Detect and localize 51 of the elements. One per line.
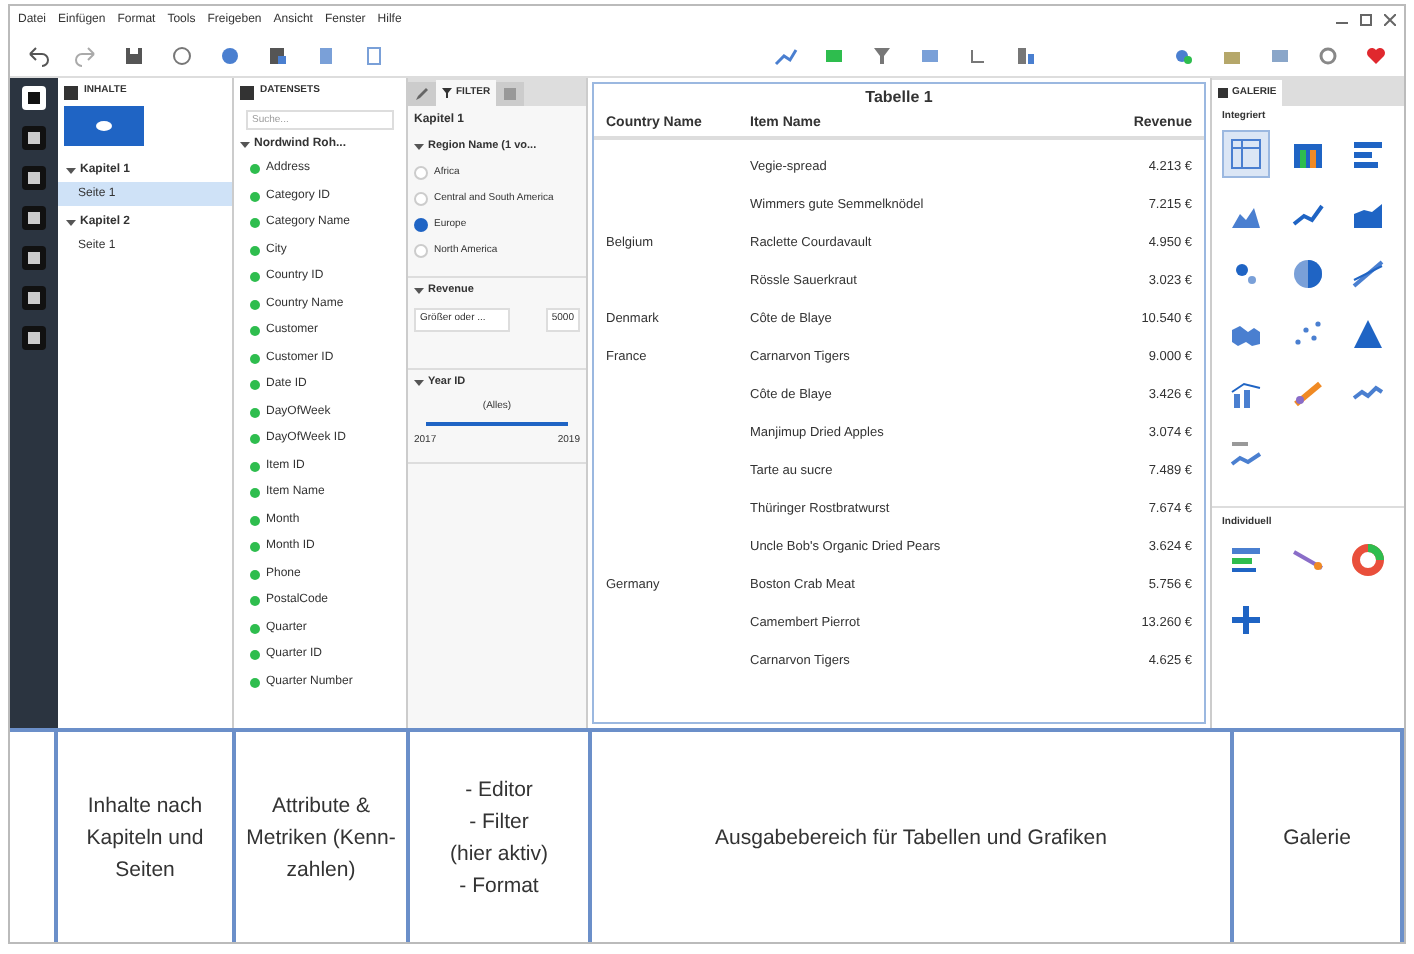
- attribute-icon: [250, 488, 260, 499]
- pencil-icon: [416, 88, 428, 100]
- donut-chart-icon[interactable]: [1348, 540, 1389, 580]
- annotation-label: Ausgabebereich für Tabellen und Grafiken: [715, 823, 1107, 853]
- editor-tab[interactable]: [408, 82, 436, 106]
- attribute-icon: [250, 245, 260, 256]
- attribute-icon: [250, 326, 260, 337]
- annotation-label: Galerie: [1283, 823, 1351, 853]
- annotation-label: Attribute & Metriken (Kenn-zahlen): [244, 791, 398, 885]
- radio-button[interactable]: [414, 218, 428, 232]
- page-icon[interactable]: [362, 43, 386, 67]
- table-title: Tabelle 1: [863, 86, 935, 110]
- attribute-icon: [250, 272, 260, 283]
- funnel-icon[interactable]: [870, 43, 894, 67]
- radio-button[interactable]: [414, 166, 428, 180]
- plus-icon[interactable]: [1226, 600, 1266, 640]
- attribute-icon: [250, 677, 260, 688]
- attribute-icon: [250, 218, 260, 229]
- undo-icon[interactable]: [26, 43, 50, 67]
- annotation-label: - Editor - Filter (hier aktiv) - Format: [449, 775, 548, 901]
- collapse-arrow-icon[interactable]: [240, 140, 250, 150]
- attribute-icon: [250, 407, 260, 418]
- visualization-icon[interactable]: [1014, 43, 1038, 67]
- collapse-arrow-icon[interactable]: [414, 286, 424, 296]
- attribute-icon: [250, 434, 260, 445]
- page-thumbnail[interactable]: [64, 106, 144, 146]
- attribute-icon: [250, 164, 260, 175]
- collapse-arrow-icon[interactable]: [66, 217, 76, 227]
- table-chart-icon[interactable]: [1226, 134, 1266, 174]
- attribute-icon: [250, 596, 260, 607]
- collapse-arrow-icon[interactable]: [414, 377, 424, 387]
- radio-button[interactable]: [414, 244, 428, 258]
- attribute-icon: [250, 353, 260, 364]
- collapse-arrow-icon[interactable]: [66, 165, 76, 175]
- maximize-icon[interactable]: [1360, 14, 1372, 26]
- collapse-arrow-icon[interactable]: [414, 142, 424, 152]
- radio-button[interactable]: [414, 192, 428, 206]
- save-icon[interactable]: [122, 43, 146, 67]
- attribute-icon: [250, 191, 260, 202]
- close-icon[interactable]: [1384, 14, 1396, 26]
- attribute-icon: [250, 461, 260, 472]
- heart-icon[interactable]: [1364, 43, 1388, 67]
- funnel-icon: [442, 88, 452, 98]
- attribute-icon: [250, 380, 260, 391]
- attribute-icon: [250, 299, 260, 310]
- attribute-icon: [250, 542, 260, 553]
- attribute-icon: [250, 623, 260, 634]
- annotation-label: Inhalte nach Kapiteln und Seiten: [84, 791, 206, 885]
- attribute-icon: [250, 650, 260, 661]
- attribute-icon: [250, 515, 260, 526]
- attribute-icon: [250, 569, 260, 580]
